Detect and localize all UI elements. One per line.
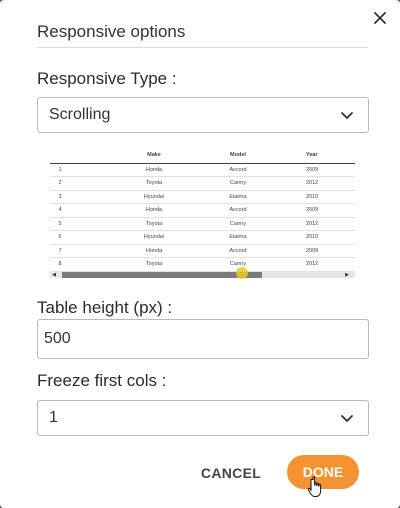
scroll-right-icon[interactable]: ▶ [344, 272, 350, 278]
preview-cell-model: Elantra [198, 230, 278, 245]
responsive-type-select[interactable]: Scrolling [37, 97, 369, 133]
freeze-cols-value: 1 [49, 409, 58, 426]
scroll-left-icon[interactable]: ◀ [51, 272, 57, 278]
preview-cell-make: Honda [110, 163, 198, 177]
preview-table-row: 8 Toyota Camry 2012 [50, 257, 355, 272]
preview-cell-spacer [70, 244, 110, 258]
preview-table-row: 3 Hyundai Elantra 2010 [50, 190, 355, 204]
preview-header-model: Model [198, 148, 278, 164]
preview-cell-spacer [70, 190, 110, 204]
freeze-cols-label: Freeze first cols : [37, 371, 167, 390]
table-height-input[interactable] [37, 319, 369, 359]
preview-table-row: 4 Honda Accord 2009 [50, 203, 355, 218]
preview-table-row: 5 Toyota Camry 2012 [50, 217, 355, 231]
preview-table-row: 7 Honda Accord 2009 [50, 244, 355, 258]
responsive-type-label: Responsive Type : [37, 69, 177, 88]
preview-cell-year: 2012 [278, 217, 355, 231]
preview-cell-year: 2010 [278, 230, 355, 245]
preview-cell-spacer [70, 163, 110, 177]
cancel-button[interactable]: CANCEL [196, 462, 266, 484]
preview-cell-model: Elantra [198, 190, 278, 204]
preview-cell-model: Accord [198, 244, 278, 258]
preview-header-year: Year [278, 148, 355, 164]
preview-cell-index: 2 [50, 176, 70, 191]
preview-cell-index: 7 [50, 244, 70, 258]
preview-cell-index: 5 [50, 217, 70, 231]
preview-cell-make: Toyota [110, 257, 198, 272]
preview-header-index [50, 148, 70, 164]
chevron-down-icon [341, 112, 353, 120]
preview-cell-year: 2009 [278, 244, 355, 258]
preview-cell-year: 2009 [278, 203, 355, 218]
preview-cell-model: Camry [198, 176, 278, 191]
preview-table: Make Model Year 1 Honda Accord 2009 2 Toyota C… [50, 148, 355, 272]
preview-cell-model: Accord [198, 203, 278, 218]
preview-cell-year: 2012 [278, 257, 355, 272]
responsive-preview-table: Make Model Year 1 Honda Accord 2009 2 Toyota C… [50, 148, 355, 282]
preview-header-spacer [70, 148, 110, 164]
preview-cell-index: 8 [50, 257, 70, 272]
preview-cell-spacer [70, 176, 110, 191]
preview-cell-make: Toyota [110, 217, 198, 231]
responsive-type-value: Scrolling [49, 106, 111, 123]
preview-cell-spacer [70, 217, 110, 231]
preview-cell-year: 2012 [278, 176, 355, 191]
table-height-label: Table height (px) : [37, 298, 173, 317]
preview-cell-index: 1 [50, 163, 70, 177]
dialog-title: Responsive options [37, 22, 186, 41]
preview-cell-make: Honda [110, 203, 198, 218]
preview-cell-model: Camry [198, 217, 278, 231]
preview-table-header-row: Make Model Year [50, 148, 355, 164]
preview-cell-make: Toyota [110, 176, 198, 191]
preview-cell-make: Honda [110, 244, 198, 258]
scrollbar-thumb[interactable] [62, 272, 262, 278]
preview-header-make: Make [110, 148, 198, 164]
preview-cell-spacer [70, 230, 110, 245]
preview-cell-index: 6 [50, 230, 70, 245]
click-indicator [236, 267, 248, 279]
title-divider [37, 47, 368, 48]
preview-cell-year: 2009 [278, 163, 355, 177]
preview-cell-model: Accord [198, 163, 278, 177]
preview-cell-spacer [70, 257, 110, 272]
preview-cell-index: 4 [50, 203, 70, 218]
chevron-down-icon [341, 415, 353, 423]
responsive-options-dialog: Responsive options Responsive Type : Scr… [0, 0, 400, 508]
preview-table-row: 2 Toyota Camry 2012 [50, 176, 355, 191]
freeze-cols-select[interactable]: 1 [37, 400, 369, 436]
preview-cell-make: Hyundai [110, 230, 198, 245]
hand-pointer-icon [307, 476, 322, 497]
close-icon[interactable] [372, 10, 388, 26]
preview-cell-spacer [70, 203, 110, 218]
preview-cell-year: 2010 [278, 190, 355, 204]
preview-cell-index: 3 [50, 190, 70, 204]
preview-cell-make: Hyundai [110, 190, 198, 204]
preview-table-row: 1 Honda Accord 2009 [50, 163, 355, 177]
preview-horizontal-scrollbar[interactable]: ◀ ▶ [50, 272, 355, 278]
preview-table-row: 6 Hyundai Elantra 2010 [50, 230, 355, 245]
